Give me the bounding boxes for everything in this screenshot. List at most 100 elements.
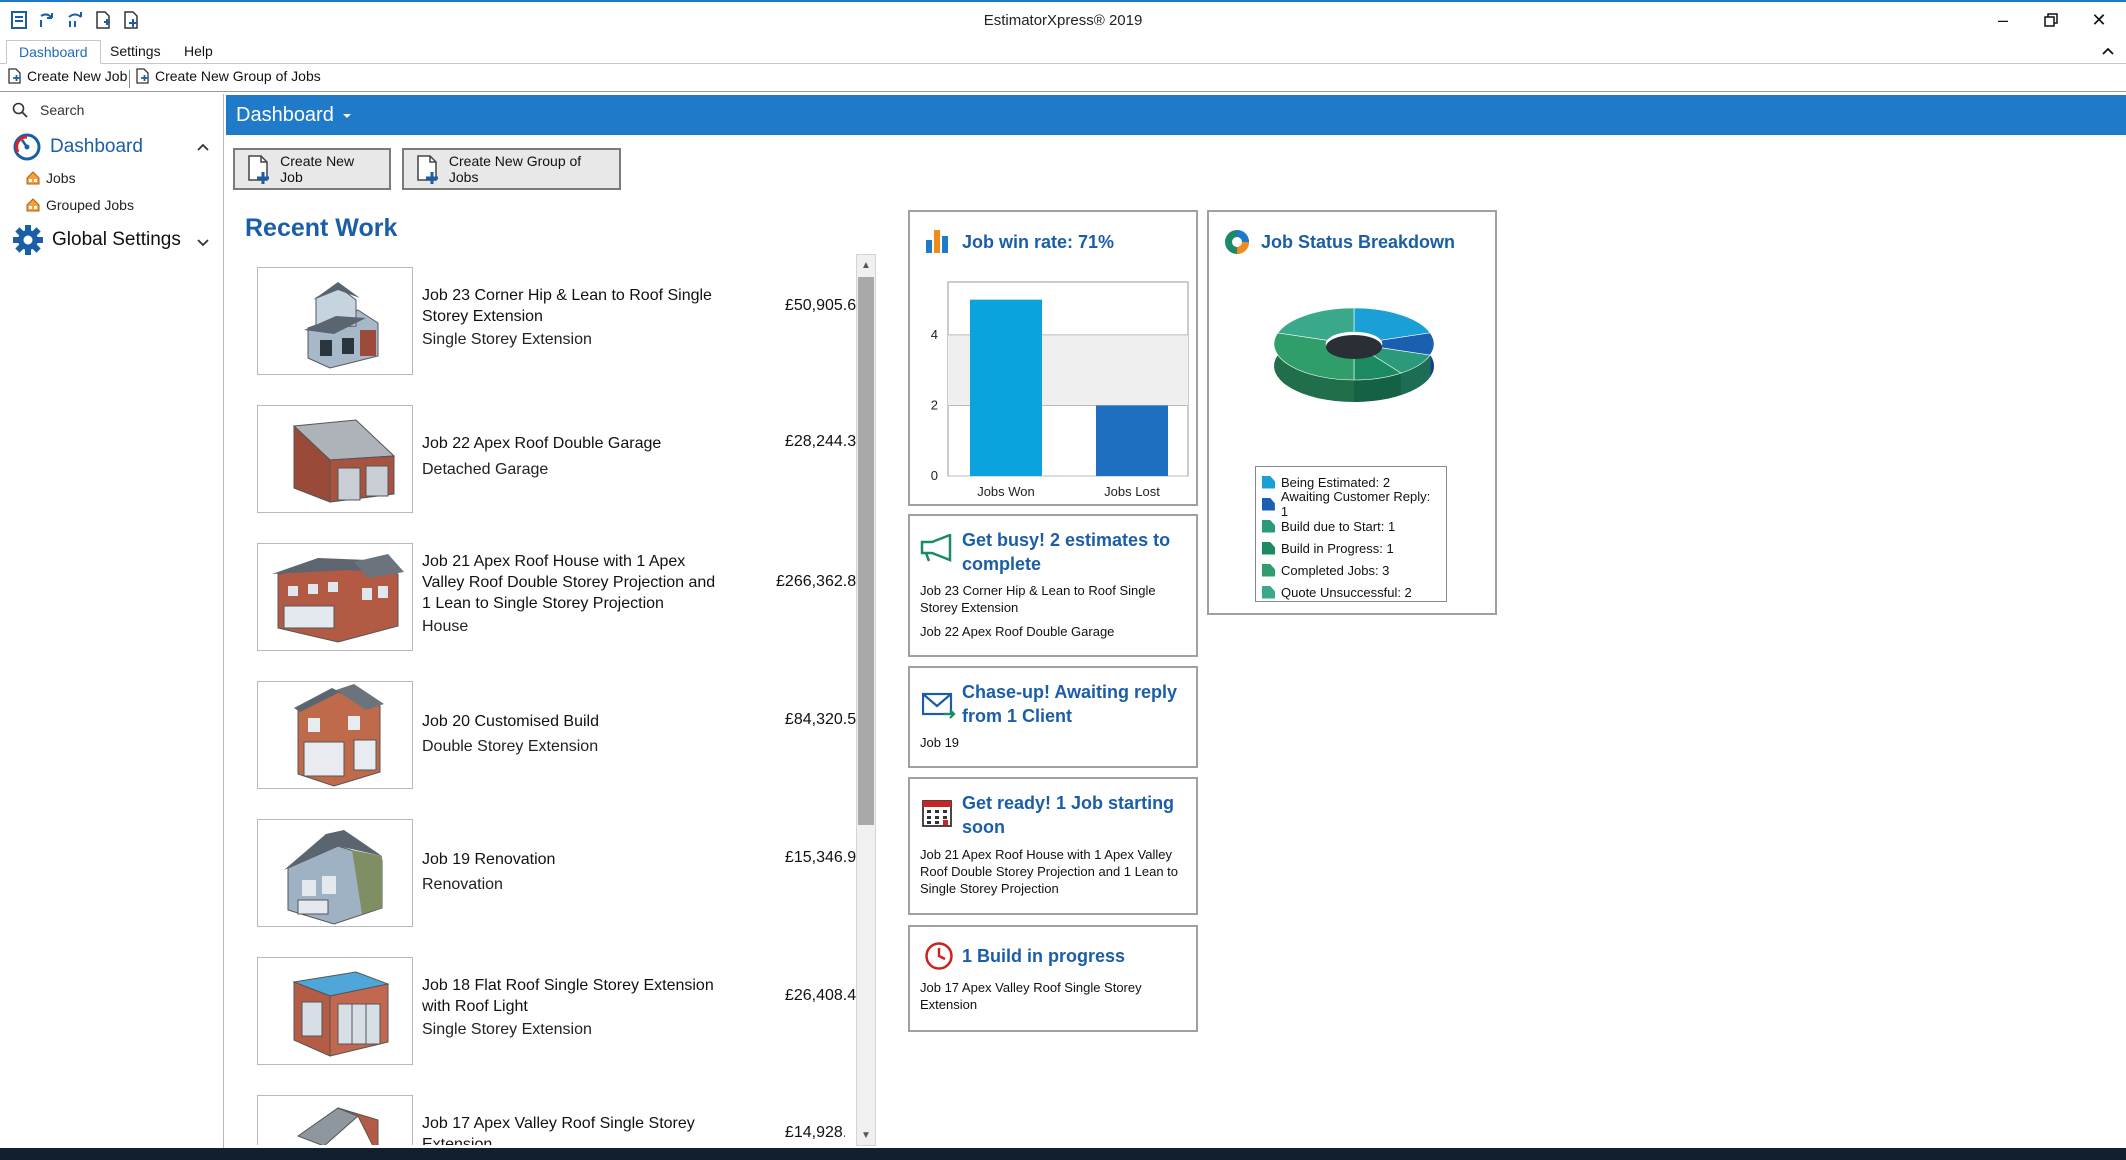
legend-item: Build in Progress: 1 xyxy=(1262,537,1440,559)
chase-up-title: Chase-up! Awaiting reply from 1 Client xyxy=(962,682,1178,726)
job-price: £14,928.25 xyxy=(784,1124,845,1141)
get-busy-title: Get busy! 2 estimates to complete xyxy=(962,530,1171,574)
build-in-progress-panel[interactable]: 1 Build in progress Job 17 Apex Valley R… xyxy=(908,925,1198,1032)
job-card[interactable]: Job 23 Corner Hip & Lean to Roof Single … xyxy=(245,267,865,379)
scroll-up-arrow-icon[interactable]: ▲ xyxy=(857,255,875,275)
x-tick-label: Jobs Lost xyxy=(1104,484,1160,498)
job-card[interactable]: Job 19 Renovation Renovation £15,346.97 xyxy=(245,819,865,931)
job-type: Single Storey Extension xyxy=(422,331,592,348)
recent-work-scrollbar[interactable]: ▲ ▼ xyxy=(856,254,876,1146)
job-price: £50,905.61 xyxy=(784,297,865,314)
job-thumbnail xyxy=(257,1095,413,1145)
sidebar-dashboard-label: Dashboard xyxy=(50,136,143,157)
new-group-icon xyxy=(136,68,149,84)
job-type: Renovation xyxy=(422,876,503,893)
get-busy-item[interactable]: Job 22 Apex Roof Double Garage xyxy=(920,623,1190,640)
sidebar-global-settings-label: Global Settings xyxy=(52,229,181,250)
win-rate-title: Job win rate: 71% xyxy=(962,232,1115,252)
sidebar-item-global-settings[interactable]: Global Settings xyxy=(12,224,181,256)
job-type: Double Storey Extension xyxy=(422,738,599,755)
get-ready-item[interactable]: Job 21 Apex Roof House with 1 Apex Valle… xyxy=(920,846,1192,897)
job-title: Job 20 Customised Build xyxy=(422,713,599,730)
close-button[interactable]: ✕ xyxy=(2082,6,2116,34)
ribbon-create-group-button[interactable]: Create New Group of Jobs xyxy=(136,68,321,84)
sidebar-item-grouped-jobs[interactable]: Grouped Jobs xyxy=(26,197,134,213)
legend-label: Build due to Start: 1 xyxy=(1281,518,1396,534)
job-status-legend: Being Estimated: 2 Awaiting Customer Repl… xyxy=(1255,466,1447,602)
calendar-icon xyxy=(922,800,952,827)
build-in-progress-item[interactable]: Job 17 Apex Valley Roof Single Storey Ex… xyxy=(920,979,1160,1013)
minimize-button[interactable]: – xyxy=(1986,6,2020,34)
search-placeholder: Search xyxy=(40,102,85,118)
legend-item: Quote Unsuccessful: 2 xyxy=(1262,581,1440,603)
search-input[interactable]: Search xyxy=(12,102,84,118)
job-thumbnail xyxy=(257,405,413,513)
new-group-icon xyxy=(417,155,438,184)
collapse-ribbon-icon[interactable] xyxy=(2102,42,2114,58)
create-new-group-label: Create New Group of Jobs xyxy=(448,153,582,185)
job-thumbnail xyxy=(257,819,413,927)
sidebar-item-jobs[interactable]: Jobs xyxy=(26,170,76,186)
search-icon xyxy=(12,102,28,118)
dashboard-dropdown[interactable]: Dashboard xyxy=(236,104,352,127)
job-price: £84,320.50 xyxy=(784,711,865,728)
bar xyxy=(1096,405,1168,476)
job-type: Detached Garage xyxy=(422,461,549,478)
sidebar-item-dashboard[interactable]: Dashboard xyxy=(12,132,212,162)
chevron-up-icon[interactable] xyxy=(197,138,209,154)
create-new-job-button[interactable]: Create New Job xyxy=(233,148,391,190)
ribbon-create-group-label: Create New Group of Jobs xyxy=(155,68,321,84)
chase-up-panel[interactable]: Chase-up! Awaiting reply from 1 Client J… xyxy=(908,666,1198,768)
house-icon xyxy=(26,171,40,185)
job-title: Job 19 Renovation xyxy=(422,851,556,868)
job-status-donut-chart xyxy=(1273,307,1435,402)
get-ready-panel[interactable]: Get ready! 1 Job starting soon Job 21 Ap… xyxy=(908,777,1198,915)
job-card[interactable]: Job 17 Apex Valley Roof Single Storey Ex… xyxy=(245,1095,845,1145)
get-ready-title: Get ready! 1 Job starting soon xyxy=(962,793,1175,837)
chevron-down-icon[interactable] xyxy=(197,234,209,250)
job-card[interactable]: Job 22 Apex Roof Double Garage Detached … xyxy=(245,405,865,517)
job-price: £266,362.87 xyxy=(776,573,865,590)
get-busy-panel[interactable]: Get busy! 2 estimates to complete Job 23… xyxy=(908,514,1198,657)
legend-item: Completed Jobs: 3 xyxy=(1262,559,1440,581)
ribbon: Create New Job Create New Group of Jobs xyxy=(0,64,2126,92)
legend-swatch xyxy=(1262,497,1275,511)
job-thumbnail xyxy=(257,543,413,651)
job-card[interactable]: Job 20 Customised Build Double Storey Ex… xyxy=(245,681,865,793)
job-price: £15,346.97 xyxy=(784,849,865,866)
job-price: £26,408.47 xyxy=(784,987,865,1004)
job-price: £28,244.38 xyxy=(784,433,865,450)
y-tick-label: 4 xyxy=(931,327,938,342)
job-title: Job 22 Apex Roof Double Garage xyxy=(422,435,662,452)
gear-icon xyxy=(13,225,43,255)
job-thumbnail xyxy=(257,681,413,789)
tab-help[interactable]: Help xyxy=(172,40,225,64)
clock-icon xyxy=(925,942,953,970)
job-card[interactable]: Job 18 Flat Roof Single Storey Extension… xyxy=(245,957,865,1069)
ribbon-create-job-button[interactable]: Create New Job xyxy=(8,68,127,84)
tab-settings[interactable]: Settings xyxy=(98,40,173,64)
tab-dashboard[interactable]: Dashboard xyxy=(6,40,101,64)
recent-work-title: Recent Work xyxy=(245,214,398,242)
new-job-icon xyxy=(8,68,21,84)
donut-hole xyxy=(1326,335,1382,359)
dashboard-header: Dashboard xyxy=(226,95,2126,135)
job-title: Job 23 Corner Hip & Lean to Roof Single … xyxy=(422,287,712,325)
sidebar: Search Dashboard Jobs Grouped Jobs Globa… xyxy=(0,94,224,1148)
ribbon-create-job-label: Create New Job xyxy=(27,68,128,84)
build-in-progress-title: 1 Build in progress xyxy=(962,946,1126,966)
restore-button[interactable] xyxy=(2034,6,2068,34)
menu-bar: Dashboard Settings Help xyxy=(0,38,2126,64)
scroll-down-arrow-icon[interactable]: ▼ xyxy=(857,1125,875,1145)
house-icon xyxy=(26,198,40,212)
chase-up-item[interactable]: Job 19 xyxy=(920,734,959,751)
legend-swatch xyxy=(1262,563,1275,577)
title-bar: EstimatorXpress® 2019 – ✕ xyxy=(0,0,2126,38)
create-new-job-label: Create New Job xyxy=(280,153,355,185)
get-busy-item[interactable]: Job 23 Corner Hip & Lean to Roof Single … xyxy=(920,582,1190,616)
legend-swatch xyxy=(1262,585,1275,599)
create-new-group-button[interactable]: Create New Group of Jobs xyxy=(402,148,621,190)
job-card[interactable]: Job 21 Apex Roof House with 1 Apex Valle… xyxy=(245,543,865,655)
scroll-thumb[interactable] xyxy=(858,277,874,825)
legend-label: Awaiting Customer Reply: 1 xyxy=(1280,489,1431,519)
